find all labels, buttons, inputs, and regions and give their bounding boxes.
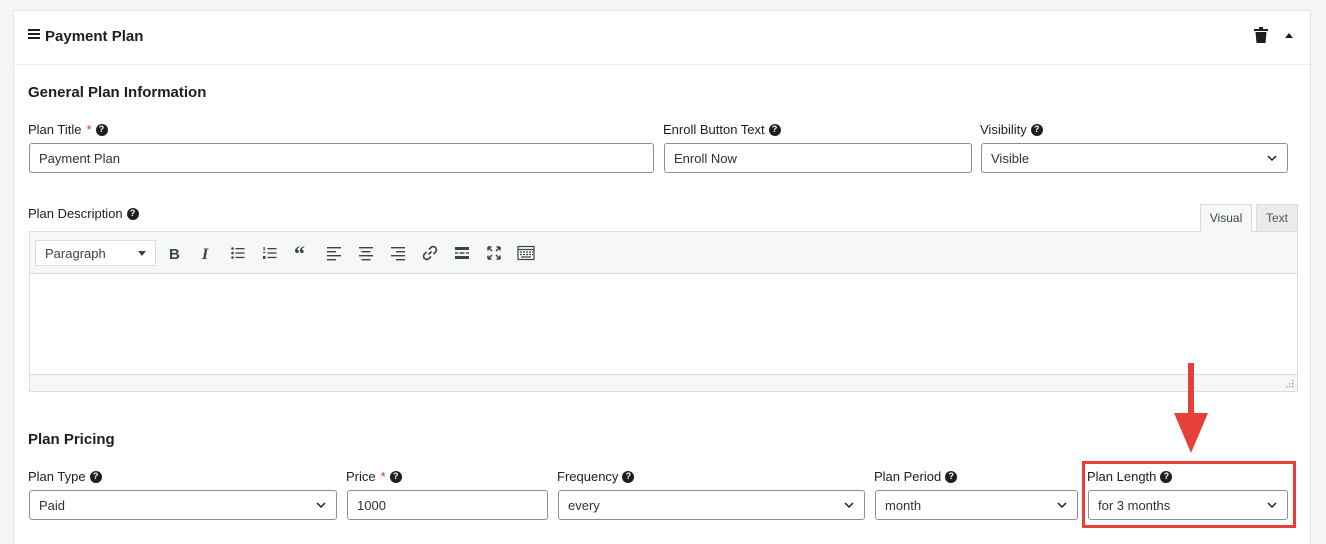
- bullet-list-icon[interactable]: [228, 243, 248, 263]
- svg-text:“: “: [294, 245, 305, 261]
- visibility-label: Visibility ?: [980, 122, 1043, 137]
- help-icon[interactable]: ?: [89, 470, 102, 483]
- enroll-button-text-label: Enroll Button Text ?: [663, 122, 781, 137]
- collapse-arrow-icon[interactable]: [1284, 32, 1294, 38]
- description-editor: Paragraph B I “: [29, 231, 1298, 392]
- annotation-arrow-icon: [1174, 363, 1208, 453]
- chevron-down-icon: [316, 502, 326, 509]
- help-icon[interactable]: ?: [768, 123, 781, 136]
- tab-text[interactable]: Text: [1256, 204, 1298, 232]
- format-value: Paragraph: [45, 245, 106, 261]
- link-icon[interactable]: [420, 243, 440, 263]
- help-icon[interactable]: ?: [389, 470, 402, 483]
- align-right-icon[interactable]: [388, 243, 408, 263]
- price-input[interactable]: 1000: [347, 490, 548, 520]
- align-center-icon[interactable]: [356, 243, 376, 263]
- visibility-label-text: Visibility: [980, 122, 1027, 137]
- drag-handle-icon[interactable]: [28, 29, 40, 41]
- panel-header: Payment Plan: [14, 11, 1310, 65]
- price-value: 1000: [357, 497, 386, 513]
- help-icon[interactable]: ?: [95, 123, 108, 136]
- help-icon[interactable]: ?: [126, 207, 139, 220]
- editor-toolbar: Paragraph B I “: [30, 232, 1297, 274]
- plan-title-label: Plan Title * ?: [28, 122, 108, 137]
- plan-title-input[interactable]: Payment Plan: [29, 143, 654, 173]
- plan-description-label: Plan Description ?: [28, 206, 139, 221]
- payment-plan-panel: Payment Plan General Plan Information Pl…: [13, 10, 1311, 544]
- numbered-list-icon[interactable]: [260, 243, 280, 263]
- plan-title-value: Payment Plan: [39, 150, 120, 166]
- panel-title: Payment Plan: [45, 28, 144, 45]
- annotation-highlight-box: [1082, 461, 1296, 528]
- help-icon[interactable]: ?: [945, 470, 958, 483]
- visibility-value: Visible: [991, 150, 1030, 166]
- plan-type-value: Paid: [39, 497, 66, 513]
- plan-title-label-text: Plan Title: [28, 122, 82, 137]
- dropdown-arrow-icon: [138, 250, 146, 256]
- plan-period-label-text: Plan Period: [874, 469, 942, 484]
- frequency-label: Frequency ?: [557, 469, 635, 484]
- trash-icon[interactable]: [1254, 27, 1268, 43]
- chevron-down-icon: [844, 502, 854, 509]
- required-marker: *: [86, 122, 92, 137]
- general-heading: General Plan Information: [28, 84, 207, 101]
- blockquote-icon[interactable]: “: [292, 243, 312, 263]
- read-more-icon[interactable]: [452, 243, 472, 263]
- editor-statusbar: [30, 374, 1297, 391]
- visibility-select[interactable]: Visible: [981, 143, 1288, 173]
- frequency-value: every: [568, 497, 600, 513]
- tab-visual[interactable]: Visual: [1200, 204, 1252, 232]
- plan-period-label: Plan Period ?: [874, 469, 958, 484]
- italic-icon[interactable]: I: [196, 243, 216, 263]
- paragraph-format-select[interactable]: Paragraph: [35, 240, 156, 266]
- chevron-down-icon: [1267, 155, 1277, 162]
- plan-period-value: month: [885, 497, 922, 513]
- svg-text:I: I: [201, 246, 209, 261]
- plan-type-label: Plan Type ?: [28, 469, 102, 484]
- chevron-down-icon: [1057, 502, 1067, 509]
- plan-type-select[interactable]: Paid: [29, 490, 337, 520]
- bold-icon[interactable]: B: [164, 243, 184, 263]
- frequency-label-text: Frequency: [557, 469, 619, 484]
- toolbar-toggle-icon[interactable]: [516, 243, 536, 263]
- align-left-icon[interactable]: [324, 243, 344, 263]
- price-label-text: Price: [346, 469, 376, 484]
- plan-period-select[interactable]: month: [875, 490, 1078, 520]
- plan-description-label-text: Plan Description: [28, 206, 123, 221]
- fullscreen-icon[interactable]: [484, 243, 504, 263]
- price-label: Price * ?: [346, 469, 402, 484]
- enroll-button-text-value: Enroll Now: [674, 150, 737, 166]
- pricing-heading: Plan Pricing: [28, 431, 115, 448]
- description-textarea[interactable]: [30, 274, 1297, 374]
- resize-handle-icon[interactable]: [1284, 378, 1294, 388]
- help-icon[interactable]: ?: [1030, 123, 1043, 136]
- required-marker: *: [380, 469, 386, 484]
- enroll-button-text-input[interactable]: Enroll Now: [664, 143, 972, 173]
- frequency-select[interactable]: every: [558, 490, 865, 520]
- help-icon[interactable]: ?: [622, 470, 635, 483]
- enroll-button-text-label-text: Enroll Button Text: [663, 122, 765, 137]
- svg-text:B: B: [169, 246, 180, 261]
- plan-type-label-text: Plan Type: [28, 469, 86, 484]
